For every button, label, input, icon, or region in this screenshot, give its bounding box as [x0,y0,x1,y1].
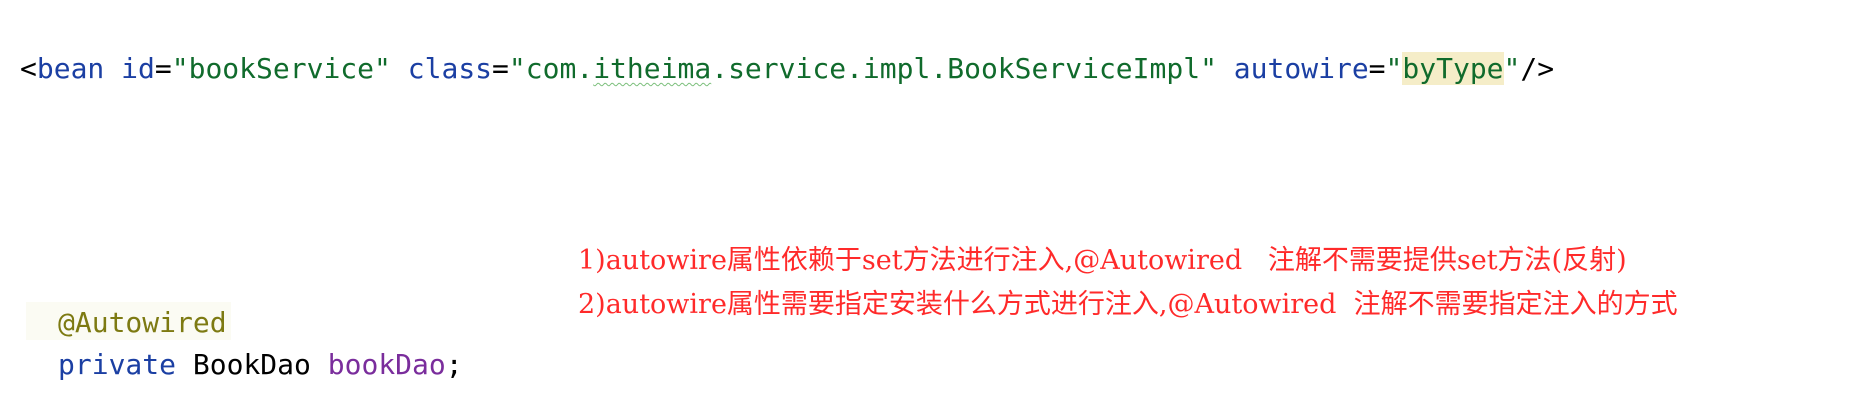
tag-name: bean [36,52,105,85]
tag-self-close: /> [1520,52,1555,85]
field-declaration-line: private BookDao bookDao; [58,348,463,381]
quote-close: " [1503,52,1521,85]
class-attribute: class [390,52,493,85]
private-keyword: private [58,348,177,381]
class-value-rest: .service.impl.BookServiceImpl" [711,52,1217,85]
class-value-quote: " [508,52,526,85]
note-line-1: 1)autowire属性依赖于set方法进行注入,@Autowired 注解不需… [578,245,1627,276]
field-type: BookDao [192,348,311,381]
semicolon: ; [445,348,463,381]
field-name: bookDao [327,348,446,381]
equals-sign: = [1368,52,1386,85]
xml-bean-line: <bean id="bookService" class="com.itheim… [20,52,1554,85]
tag-open-bracket: < [20,52,37,85]
class-value-package: com. [525,52,594,85]
id-attribute: id [104,52,155,85]
id-value: "bookService" [171,52,391,85]
quote-open: " [1385,52,1403,85]
class-value-misspelled-word: itheima [593,52,712,85]
autowire-attribute: autowire [1216,52,1369,85]
equals-sign: = [492,52,509,85]
autowired-annotation: @Autowired [58,306,227,339]
autowire-value-highlighted: byType [1402,52,1504,85]
note-line-2: 2)autowire属性需要指定安装什么方式进行注入,@Autowired 注解… [578,289,1678,320]
equals-sign: = [154,52,172,85]
